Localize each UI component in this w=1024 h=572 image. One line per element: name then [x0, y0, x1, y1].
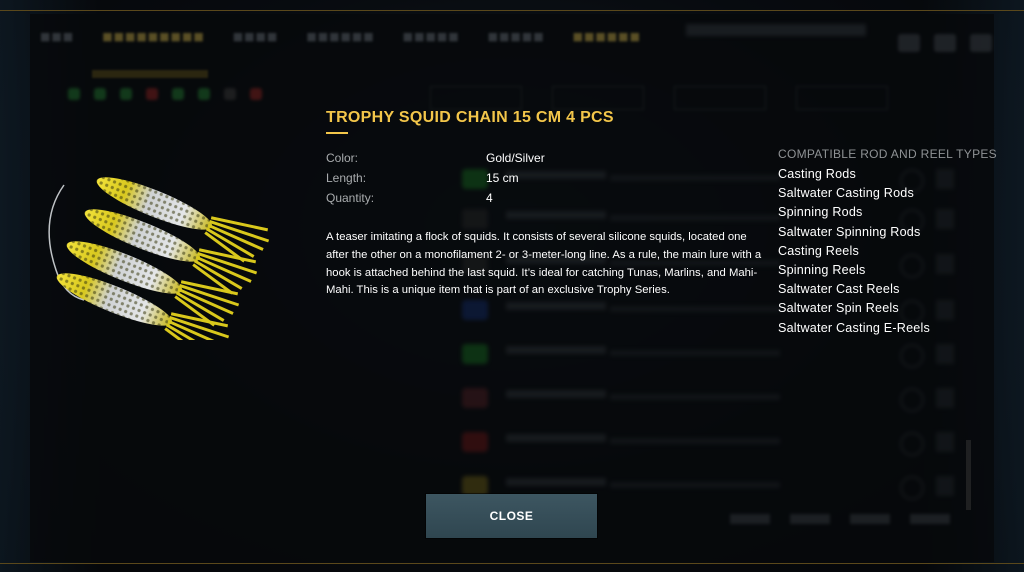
item-description: A teaser imitating a flock of squids. It…: [326, 231, 762, 297]
compatible-item: Saltwater Spinning Rods: [778, 224, 921, 239]
quantity-label: Quantity:: [326, 191, 375, 205]
squid-chain-lure-icon: [48, 177, 270, 340]
close-button[interactable]: CLOSE: [426, 494, 597, 538]
compatible-item: Saltwater Casting Rods: [778, 186, 914, 201]
compatible-item: Casting Reels: [778, 243, 859, 258]
compatible-list: Casting Rods Saltwater Casting Rods Spin…: [778, 166, 930, 339]
length-label: Length:: [326, 171, 367, 185]
color-label: Color:: [326, 151, 359, 165]
quantity-value: 4: [486, 191, 493, 205]
compatible-item: Spinning Reels: [778, 262, 866, 277]
color-value: Gold/Silver: [486, 151, 545, 165]
compatible-item: Spinning Rods: [778, 205, 863, 220]
length-value: 15 cm: [486, 171, 519, 185]
compatible-item: Saltwater Cast Reels: [778, 282, 900, 297]
compatible-item: Casting Rods: [778, 167, 856, 181]
title-underline: [326, 132, 348, 134]
compatible-heading: COMPATIBLE ROD AND REEL TYPES: [778, 147, 997, 161]
compatible-item: Saltwater Spin Reels: [778, 301, 899, 316]
compatible-item: Saltwater Casting E-Reels: [778, 320, 930, 335]
item-title: TROPHY SQUID CHAIN 15 CM 4 PCS: [326, 109, 614, 126]
